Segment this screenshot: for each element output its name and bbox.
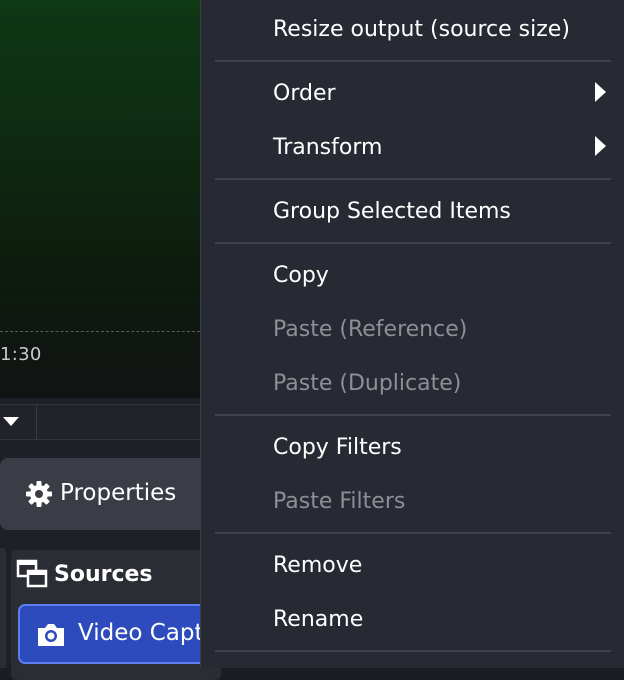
menu-item-resize-output[interactable]: Resize output (source size) <box>273 11 613 47</box>
menu-item-remove[interactable]: Remove <box>273 547 613 583</box>
sources-title: Sources <box>54 561 153 587</box>
menu-item-copy[interactable]: Copy <box>273 257 613 293</box>
camera-icon <box>38 624 64 646</box>
gear-icon <box>26 481 52 507</box>
preview-timestamp: 1:30 <box>0 344 42 365</box>
menu-separator <box>215 60 611 62</box>
menu-separator <box>215 414 611 416</box>
scenes-panel-edge <box>0 548 6 668</box>
properties-button[interactable]: Properties <box>0 458 215 530</box>
menu-separator <box>215 532 611 534</box>
background-app: 1:30 Properties Sources Video Capt <box>0 0 223 680</box>
menu-separator <box>215 650 611 652</box>
preview-canvas[interactable]: 1:30 <box>0 0 210 398</box>
submenu-arrow-icon <box>595 82 606 102</box>
context-menu: Resize output (source size) Order Transf… <box>200 0 624 668</box>
properties-label: Properties <box>60 480 177 506</box>
menu-item-paste-duplicate: Paste (Duplicate) <box>273 370 462 396</box>
source-item-video-capture[interactable]: Video Capt <box>18 604 223 664</box>
menu-item-order[interactable]: Order <box>273 75 613 111</box>
scrub-divider <box>36 405 37 439</box>
menu-item-rename[interactable]: Rename <box>273 601 613 637</box>
menu-item-copy-filters[interactable]: Copy Filters <box>273 429 613 465</box>
menu-item-paste-filters: Paste Filters <box>273 488 406 514</box>
menu-separator <box>215 242 611 244</box>
scrub-bar[interactable] <box>0 404 210 440</box>
submenu-arrow-icon <box>595 136 606 156</box>
menu-item-group-selected[interactable]: Group Selected Items <box>273 193 613 229</box>
menu-item-transform[interactable]: Transform <box>273 129 613 165</box>
sources-header: Sources <box>16 558 153 590</box>
source-item-label: Video Capt <box>78 620 204 646</box>
menu-separator <box>215 178 611 180</box>
menu-item-paste-reference: Paste (Reference) <box>273 316 468 342</box>
dropdown-arrow-icon[interactable] <box>3 417 19 426</box>
preview-guide-line <box>0 331 210 332</box>
sources-icon <box>16 559 48 588</box>
